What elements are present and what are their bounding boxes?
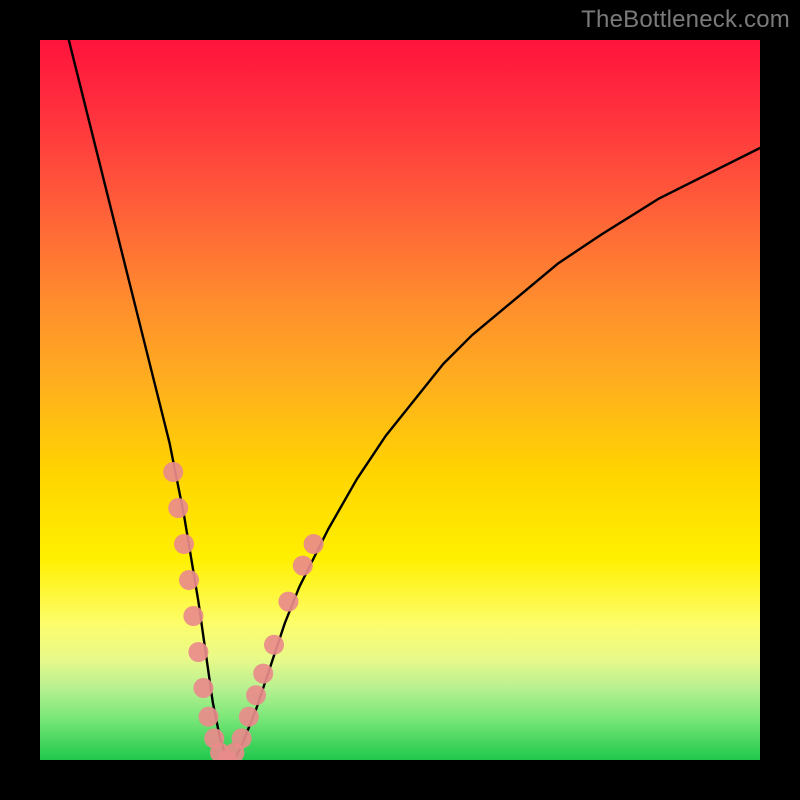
data-point: [232, 728, 252, 748]
data-point: [179, 570, 199, 590]
data-point: [253, 664, 273, 684]
plot-area: [40, 40, 760, 760]
data-point: [264, 635, 284, 655]
chart-frame: TheBottleneck.com: [0, 0, 800, 800]
data-point: [168, 498, 188, 518]
bottleneck-chart: [40, 40, 760, 760]
data-point: [239, 707, 259, 727]
curve-line: [69, 40, 760, 760]
data-point: [188, 642, 208, 662]
data-point: [174, 534, 194, 554]
data-point: [193, 678, 213, 698]
data-point: [278, 592, 298, 612]
data-point: [304, 534, 324, 554]
watermark-label: TheBottleneck.com: [581, 6, 790, 34]
data-point: [246, 685, 266, 705]
data-point: [183, 606, 203, 626]
data-point: [199, 707, 219, 727]
data-point: [163, 462, 183, 482]
data-point: [293, 556, 313, 576]
